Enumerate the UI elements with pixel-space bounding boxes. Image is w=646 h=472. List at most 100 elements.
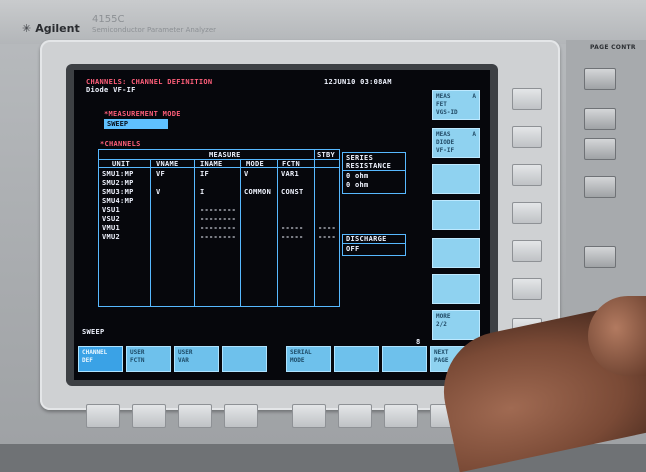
brand-logo: ✳ Agilent xyxy=(22,22,80,35)
col-header-mode: MODE xyxy=(246,160,265,168)
bottom-hard-button-7[interactable] xyxy=(384,404,418,428)
table-cell-iname[interactable]: -------- xyxy=(200,233,236,241)
softkey-label: VF-IF xyxy=(436,147,455,154)
bottom-hard-button-5[interactable] xyxy=(292,404,326,428)
table-cell-vname[interactable]: V xyxy=(156,188,161,196)
bottom-softkey[interactable]: USER VAR xyxy=(174,346,219,372)
screen-subtitle: Diode VF-IF xyxy=(86,86,136,94)
right-softkey[interactable]: MEAS FET VGS-ID A xyxy=(432,90,480,120)
right-softkey[interactable] xyxy=(432,164,480,194)
stby-header: STBY xyxy=(317,151,336,159)
table-divider xyxy=(150,159,151,306)
softkey-label: MEAS xyxy=(436,131,451,138)
table-cell-unit[interactable]: SMU2:MP xyxy=(102,179,134,187)
table-cell-mode[interactable]: COMMON xyxy=(244,188,271,196)
col-header-iname: INAME xyxy=(200,160,223,168)
series-resistance-title2: RESISTANCE xyxy=(346,162,392,170)
softkey-label: FCTN xyxy=(130,357,145,364)
softkey-label: MODE xyxy=(290,357,305,364)
col-header-unit: UNIT xyxy=(112,160,131,168)
measure-header: MEASURE xyxy=(209,151,241,159)
softkey-hard-button-1[interactable] xyxy=(512,88,542,110)
col-header-vname: VNAME xyxy=(156,160,179,168)
table-cell-unit[interactable]: SMU4:MP xyxy=(102,197,134,205)
panel-button[interactable] xyxy=(584,176,616,198)
agilent-spark-icon: ✳ xyxy=(22,22,32,35)
brand-name: Agilent xyxy=(35,22,80,35)
table-cell-fctn[interactable]: CONST xyxy=(281,188,304,196)
bottom-softkey[interactable]: USER FCTN xyxy=(126,346,171,372)
table-divider xyxy=(240,159,241,306)
softkey-hard-button-3[interactable] xyxy=(512,164,542,186)
table-divider xyxy=(314,149,315,306)
right-softkey[interactable]: MORE 2/2 xyxy=(432,310,480,340)
measurement-mode-label: *MEASUREMENT MODE xyxy=(104,110,181,118)
table-cell-iname[interactable]: -------- xyxy=(200,215,236,223)
page-marker: 8 xyxy=(416,338,421,346)
table-cell-unit[interactable]: SMU3:MP xyxy=(102,188,134,196)
bottom-hard-button-4[interactable] xyxy=(224,404,258,428)
softkey-label: VGS-ID xyxy=(436,109,458,116)
table-cell-stby[interactable]: ---- xyxy=(318,233,336,241)
softkey-hard-button-6[interactable] xyxy=(512,278,542,300)
discharge-label: DISCHARGE xyxy=(346,235,387,243)
series-resistance-value[interactable]: 0 ohm xyxy=(346,181,369,189)
bottom-hard-button-3[interactable] xyxy=(178,404,212,428)
table-cell-fctn[interactable]: ----- xyxy=(281,233,304,241)
softkey-tag: A xyxy=(472,131,476,138)
table-cell-mode[interactable]: V xyxy=(244,170,249,178)
table-cell-unit[interactable]: VMU1 xyxy=(102,224,120,232)
right-softkey[interactable] xyxy=(432,238,480,268)
panel-button[interactable] xyxy=(584,68,616,90)
bottom-softkey[interactable] xyxy=(222,346,267,372)
bottom-hard-button-1[interactable] xyxy=(86,404,120,428)
panel-button[interactable] xyxy=(584,138,616,160)
panel-button[interactable] xyxy=(584,246,616,268)
series-resistance-value[interactable]: 0 ohm xyxy=(346,172,369,180)
col-header-fctn: FCTN xyxy=(282,160,301,168)
table-cell-iname[interactable]: -------- xyxy=(200,224,236,232)
softkey-label: CHANNEL xyxy=(82,349,108,356)
table-cell-iname[interactable]: -------- xyxy=(200,206,236,214)
table-cell-vname[interactable]: VF xyxy=(156,170,165,178)
softkey-label: USER xyxy=(130,349,145,356)
bottom-softkey[interactable] xyxy=(334,346,379,372)
panel-label: PAGE CONTR xyxy=(590,44,636,51)
table-cell-unit[interactable]: VMU2 xyxy=(102,233,120,241)
table-cell-unit[interactable]: SMU1:MP xyxy=(102,170,134,178)
bottom-softkey[interactable] xyxy=(382,346,427,372)
display-screen: CHANNELS: CHANNEL DEFINITION Diode VF-IF… xyxy=(74,70,490,380)
instrument-top-bar: ✳ Agilent 4155C Semiconductor Parameter An… xyxy=(0,0,646,44)
softkey-tag: A xyxy=(472,93,476,100)
softkey-label: DEF xyxy=(82,357,93,364)
bottom-softkey[interactable]: SERIAL MODE xyxy=(286,346,331,372)
softkey-label: MORE xyxy=(436,313,451,320)
bottom-softkey[interactable]: CHANNEL DEF xyxy=(78,346,123,372)
channels-label: *CHANNELS xyxy=(100,140,141,148)
table-cell-unit[interactable]: VSU1 xyxy=(102,206,120,214)
discharge-value[interactable]: OFF xyxy=(346,245,360,253)
table-divider xyxy=(277,159,278,306)
series-resistance-divider xyxy=(342,170,405,171)
softkey-label: MEAS xyxy=(436,93,451,100)
measurement-mode-field[interactable]: SWEEP xyxy=(104,119,168,129)
softkey-label: VAR xyxy=(178,357,189,364)
softkey-hard-button-5[interactable] xyxy=(512,240,542,262)
table-cell-fctn[interactable]: VAR1 xyxy=(281,170,299,178)
right-softkey[interactable] xyxy=(432,274,480,304)
table-cell-stby[interactable]: ---- xyxy=(318,224,336,232)
right-softkey[interactable] xyxy=(432,200,480,230)
softkey-hard-button-2[interactable] xyxy=(512,126,542,148)
right-softkey[interactable]: MEAS DIODE VF-IF A xyxy=(432,128,480,158)
bottom-hard-button-6[interactable] xyxy=(338,404,372,428)
table-cell-iname[interactable]: I xyxy=(200,188,205,196)
bottom-hard-button-2[interactable] xyxy=(132,404,166,428)
softkey-hard-button-4[interactable] xyxy=(512,202,542,224)
panel-button[interactable] xyxy=(584,108,616,130)
table-cell-unit[interactable]: VSU2 xyxy=(102,215,120,223)
table-cell-iname[interactable]: IF xyxy=(200,170,209,178)
table-cell-fctn[interactable]: ----- xyxy=(281,224,304,232)
softkey-label: USER xyxy=(178,349,193,356)
softkey-label: SERIAL xyxy=(290,349,312,356)
table-divider xyxy=(194,159,195,306)
